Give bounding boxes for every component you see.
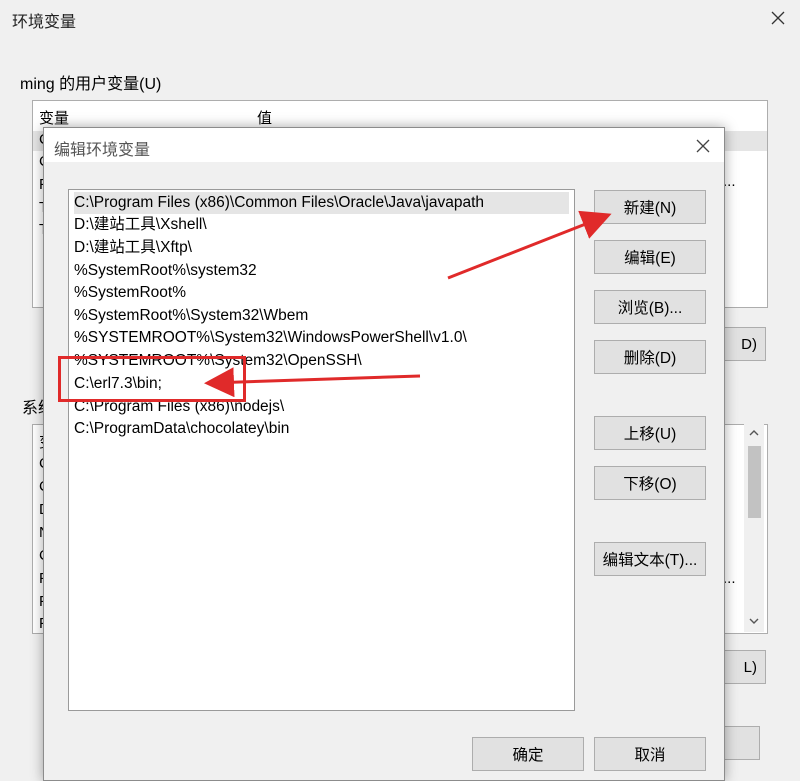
arrow-to-new-button — [447, 210, 612, 280]
arrow-to-new-path — [204, 367, 421, 398]
annotation-arrows — [204, 210, 612, 398]
